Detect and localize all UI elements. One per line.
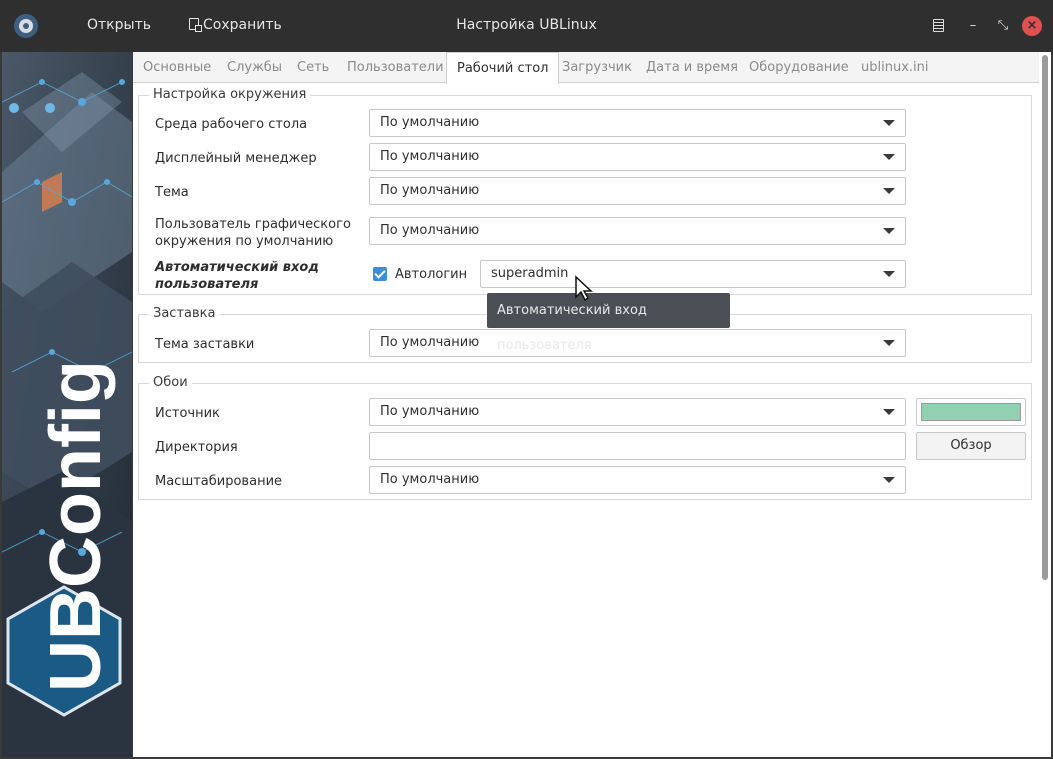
default-user-label: Пользователь графического окружения по у… [155, 216, 351, 250]
color-picker-button[interactable] [916, 398, 1026, 426]
desktop-env-value: По умолчанию [380, 115, 480, 130]
display-manager-select[interactable]: По умолчанию [369, 143, 906, 171]
ubconfig-logo-text: UBConfig [36, 360, 116, 692]
chevron-down-icon [883, 120, 895, 126]
directory-input[interactable] [369, 432, 906, 460]
tab-bar: Основные Службы Сеть Пользователи Рабочи… [133, 52, 1039, 84]
environment-title: Настройка окружения [149, 87, 311, 102]
menu-icon[interactable] [928, 16, 948, 36]
banner-artwork: UBConfig [2, 52, 132, 757]
autologin-checkbox[interactable] [373, 267, 387, 281]
chevron-down-icon [883, 340, 895, 346]
tab-desktop[interactable]: Рабочий стол [446, 52, 560, 84]
minimize-button[interactable]: – [963, 16, 983, 36]
main-content: Основные Службы Сеть Пользователи Рабочи… [133, 52, 1051, 757]
save-label: Сохранить [203, 17, 282, 33]
scaling-value: По умолчанию [380, 472, 480, 487]
chevron-down-icon [883, 271, 895, 277]
chevron-down-icon [883, 228, 895, 234]
scaling-select[interactable]: По умолчанию [369, 466, 906, 494]
tab-ublinux-ini[interactable]: ublinux.ini [861, 60, 928, 75]
color-swatch [921, 403, 1021, 421]
tab-bootloader[interactable]: Загрузчик [562, 60, 632, 75]
scaling-label: Масштабирование [155, 474, 283, 489]
browse-button[interactable]: Обзор [916, 432, 1026, 460]
default-user-label-line2: окружения по умолчанию [155, 234, 334, 249]
screensaver-theme-select[interactable]: По умолчанию [369, 329, 906, 357]
wallpaper-title: Обои [149, 375, 192, 390]
autologin-label-line2: пользователя [155, 277, 259, 292]
chevron-down-icon [883, 409, 895, 415]
ubconfig-banner: UBConfig [2, 52, 132, 757]
chevron-down-icon [883, 477, 895, 483]
screensaver-title: Заставка [149, 306, 220, 321]
save-button[interactable]: Сохранить [189, 17, 282, 33]
tab-users[interactable]: Пользователи [347, 60, 444, 75]
close-button[interactable]: × [1022, 16, 1042, 36]
autologin-checkbox-label: Автологин [395, 267, 468, 282]
window-title: Настройка UBLinux [456, 17, 597, 33]
display-manager-label: Дисплейный менеджер [155, 151, 317, 166]
autologin-label-line1: Автоматический вход [155, 260, 319, 275]
chevron-down-icon [883, 154, 895, 160]
screensaver-theme-value: По умолчанию [380, 335, 480, 350]
tab-network[interactable]: Сеть [297, 60, 329, 75]
default-user-label-line1: Пользователь графического [155, 217, 351, 232]
autologin-user-value: superadmin [491, 266, 569, 281]
default-user-select[interactable]: По умолчанию [369, 217, 906, 245]
autologin-user-select[interactable]: superadmin [480, 260, 906, 288]
tab-main[interactable]: Основные [143, 60, 211, 75]
open-button[interactable]: Открыть [87, 17, 151, 33]
save-icon [189, 18, 202, 32]
tab-services[interactable]: Службы [227, 60, 282, 75]
maximize-button[interactable]: ⤡ [993, 16, 1013, 36]
screensaver-theme-label: Тема заставки [155, 337, 255, 352]
theme-label: Тема [155, 185, 189, 200]
autologin-tooltip: Автоматический вход пользователя [487, 293, 730, 353]
display-manager-value: По умолчанию [380, 149, 480, 164]
default-user-value: По умолчанию [380, 223, 480, 238]
desktop-env-label: Среда рабочего стола [155, 117, 308, 132]
theme-select[interactable]: По умолчанию [369, 177, 906, 205]
gear-icon[interactable] [14, 14, 38, 38]
wallpaper-group: Обои Источник По умолчанию Директория Об… [138, 375, 1032, 500]
source-value: По умолчанию [380, 404, 480, 419]
desktop-env-select[interactable]: По умолчанию [369, 109, 906, 137]
source-label: Источник [155, 406, 220, 421]
mouse-cursor-icon [575, 275, 593, 301]
chevron-down-icon [883, 188, 895, 194]
directory-label: Директория [155, 440, 238, 455]
tab-hardware[interactable]: Оборудование [749, 60, 849, 75]
source-select[interactable]: По умолчанию [369, 398, 906, 426]
scrollbar[interactable] [1042, 55, 1048, 580]
tab-date-time[interactable]: Дата и время [646, 60, 738, 75]
autologin-label: Автоматический вход пользователя [155, 259, 319, 293]
environment-group: Настройка окружения Среда рабочего стола… [138, 87, 1032, 295]
theme-value: По умолчанию [380, 183, 480, 198]
title-bar: Открыть Сохранить Настройка UBLinux – ⤡ … [0, 0, 1053, 52]
